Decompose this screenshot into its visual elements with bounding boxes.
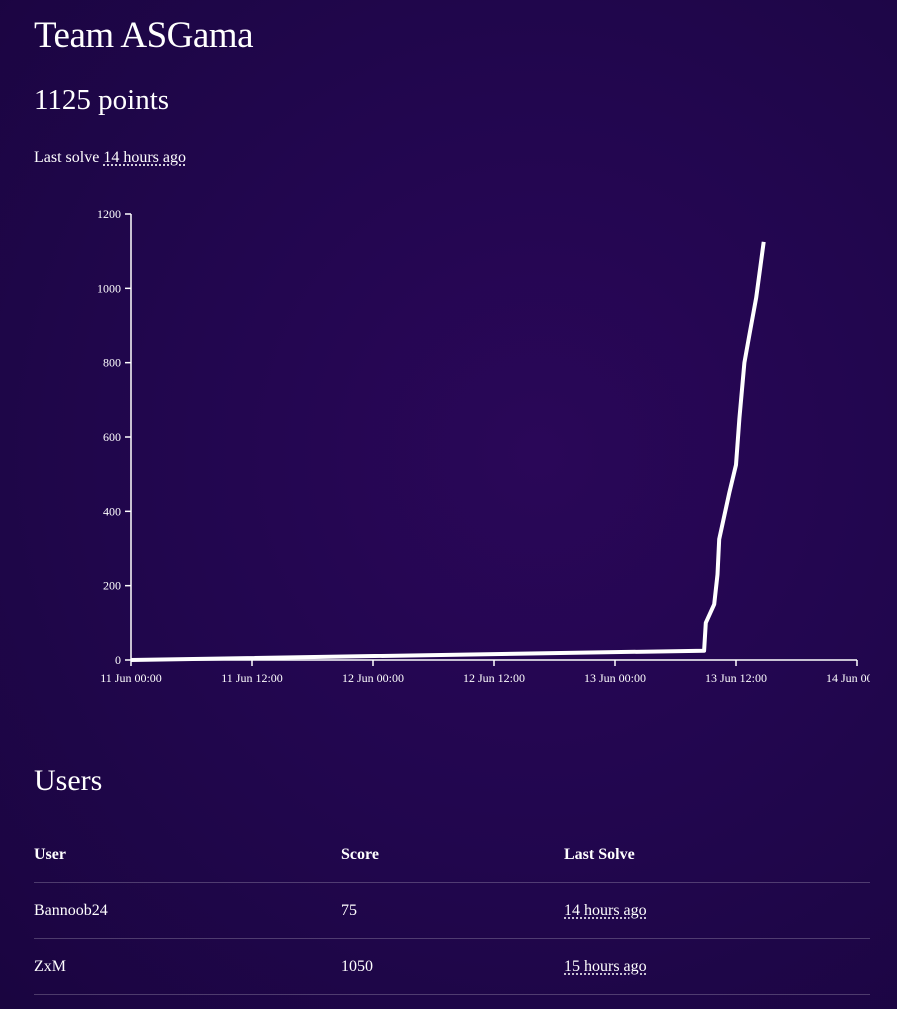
y-tick-label: 400	[103, 504, 121, 518]
x-tick-label: 11 Jun 12:00	[221, 671, 283, 685]
table-row: Bannoob24 75 14 hours ago	[34, 882, 870, 939]
user-last-solve-time[interactable]: 15 hours ago	[564, 958, 647, 975]
x-tick-label: 13 Jun 00:00	[584, 671, 646, 685]
user-last-solve: 14 hours ago	[564, 882, 870, 939]
score-line	[130, 241, 766, 662]
team-points: 1125 points	[34, 84, 170, 116]
y-tick-label: 600	[103, 430, 121, 444]
last-solve-label: Last solve	[34, 149, 100, 166]
column-header-score[interactable]: Score	[341, 828, 564, 883]
user-score: 1050	[341, 938, 564, 995]
y-tick-label: 1000	[97, 281, 121, 295]
score-chart: 020040060080010001200 11 Jun 00:00 11 Jun…	[97, 207, 870, 685]
y-tick-label: 200	[103, 579, 121, 593]
last-solve-info: Last solve 14 hours ago	[34, 149, 186, 167]
table-row: ZxM 1050 15 hours ago	[34, 938, 870, 995]
x-tick-label: 12 Jun 00:00	[342, 671, 404, 685]
users-table: User Score Last Solve Bannoob24 75 14 ho…	[34, 828, 870, 995]
users-heading: Users	[34, 764, 103, 797]
x-tick-label: 14 Jun 00:00	[826, 671, 870, 685]
users-table-header: User Score Last Solve	[34, 828, 870, 883]
user-name[interactable]: ZxM	[34, 938, 341, 995]
x-tick-label: 13 Jun 12:00	[705, 671, 767, 685]
user-name[interactable]: Bannoob24	[34, 882, 341, 939]
y-axis: 0 200 400 600 800 1000 1200	[97, 207, 132, 667]
last-solve-time[interactable]: 14 hours ago	[103, 149, 186, 166]
user-score: 75	[341, 882, 564, 939]
y-tick-label: 0	[115, 653, 121, 667]
user-last-solve: 15 hours ago	[564, 938, 870, 995]
team-name: Team ASGama	[34, 15, 254, 56]
column-header-user[interactable]: User	[34, 828, 341, 883]
x-tick-label: 11 Jun 00:00	[100, 671, 162, 685]
x-tick-label: 12 Jun 12:00	[463, 671, 525, 685]
user-last-solve-time[interactable]: 14 hours ago	[564, 902, 647, 919]
column-header-last-solve[interactable]: Last Solve	[564, 828, 870, 883]
y-tick-label: 1200	[97, 207, 121, 221]
y-tick-label: 800	[103, 356, 121, 370]
x-axis: 11 Jun 00:00 11 Jun 12:00 12 Jun 00:00 12 J…	[100, 659, 870, 685]
